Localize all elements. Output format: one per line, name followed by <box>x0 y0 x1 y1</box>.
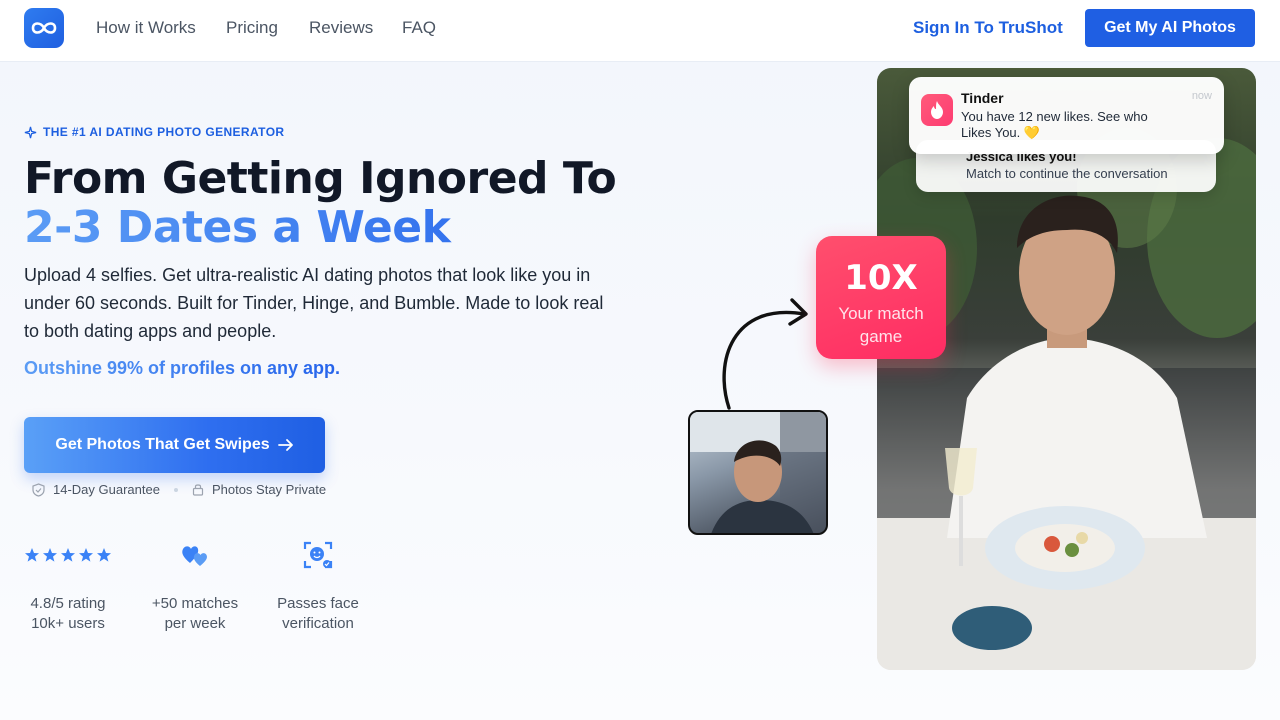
lock-icon <box>192 484 204 496</box>
hero-title-line1: From Getting Ignored To <box>24 153 617 204</box>
hero-description: Upload 4 selfies. Get ultra-realistic AI… <box>24 265 604 341</box>
notification-secondary-message: Match to continue the conversation <box>966 166 1168 181</box>
shield-check-icon <box>32 482 45 497</box>
stat-matches: +50 matches per week <box>148 540 242 634</box>
hero-highlight: Outshine 99% of profiles on any app. <box>24 358 341 378</box>
before-selfie-photo <box>688 410 828 535</box>
notification-time: now <box>1191 90 1212 102</box>
guarantee-text: 14-Day Guarantee <box>53 482 160 497</box>
stat-rating: 4.8/5 rating 10k+ users <box>24 540 112 634</box>
nav-link-pricing[interactable]: Pricing <box>226 18 278 38</box>
nav-link-faq[interactable]: FAQ <box>402 18 436 38</box>
get-photos-button[interactable]: Get Photos That Get Swipes <box>24 417 325 473</box>
badge-value: 10X <box>844 258 918 298</box>
trust-row: 14-Day Guarantee Photos Stay Private <box>32 482 326 497</box>
stat-face-line1: Passes face <box>277 595 359 612</box>
notification-message: You have 12 new likes. See who Likes You… <box>961 109 1148 140</box>
stat-rating-line2: 10k+ users <box>31 615 105 632</box>
stat-matches-line1: +50 matches <box>151 595 239 612</box>
stat-matches-line2: per week <box>164 615 226 632</box>
separator-dot <box>173 487 178 492</box>
curved-arrow-icon <box>722 298 808 410</box>
eyebrow: THE #1 AI DATING PHOTO GENERATOR <box>24 125 285 139</box>
hearts-icon <box>148 540 242 570</box>
face-scan-icon <box>276 540 360 570</box>
eyebrow-text: THE #1 AI DATING PHOTO GENERATOR <box>43 125 285 139</box>
sparkle-icon <box>24 126 37 138</box>
notification-app-name: Tinder <box>961 90 1004 106</box>
privacy-text: Photos Stay Private <box>211 482 327 497</box>
sign-in-link[interactable]: Sign In To TruShot <box>913 18 1063 38</box>
tinder-notification: Tinder now You have 12 new likes. See wh… <box>909 77 1224 154</box>
stars-icon <box>24 540 112 570</box>
get-ai-photos-button[interactable]: Get My AI Photos <box>1085 9 1255 47</box>
hero-title-line2: 2-3 Dates a Week <box>24 203 616 252</box>
stat-rating-line1: 4.8/5 rating <box>30 595 106 612</box>
nav-link-reviews[interactable]: Reviews <box>309 18 373 38</box>
logo-infinity-icon[interactable] <box>24 8 64 48</box>
nav-link-how-it-works[interactable]: How it Works <box>96 18 196 38</box>
tinder-icon <box>921 94 953 126</box>
arrow-right-icon <box>277 439 293 451</box>
badge-caption: Your match game <box>838 304 924 346</box>
stat-face-line2: verification <box>282 615 354 632</box>
stat-face-verification: Passes face verification <box>276 540 360 634</box>
match-multiplier-badge: 10X Your match game <box>816 236 946 359</box>
top-nav: How it Works Pricing Reviews FAQ Sign In… <box>0 0 1280 62</box>
get-photos-button-label: Get Photos That Get Swipes <box>55 436 270 453</box>
hero-title: From Getting Ignored To 2-3 Dates a Week <box>24 153 617 252</box>
